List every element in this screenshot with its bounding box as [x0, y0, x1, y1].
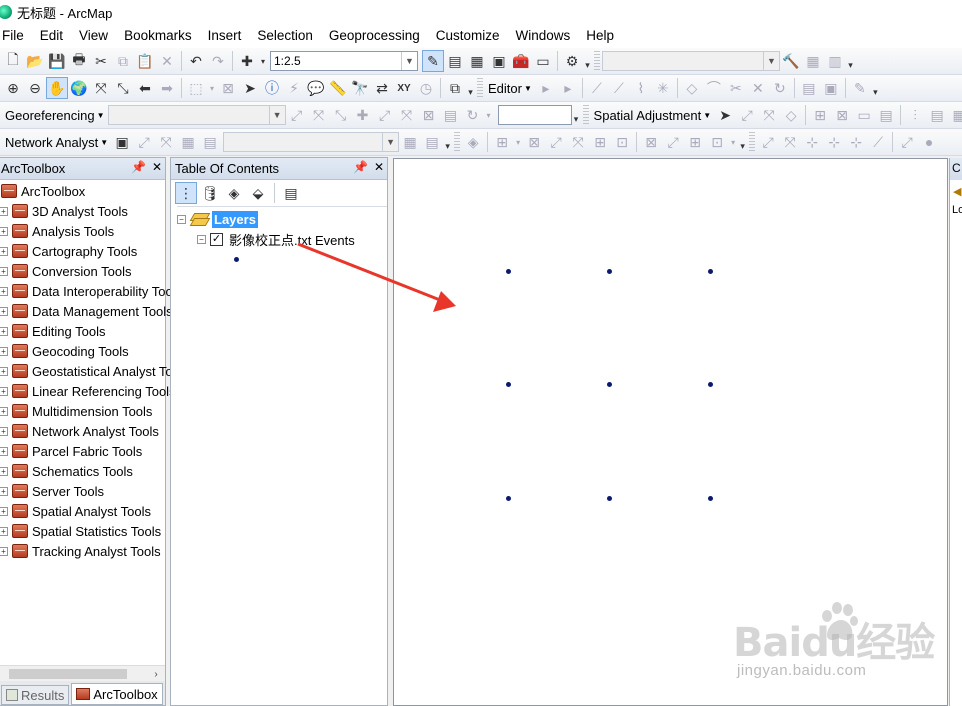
annotation-arrow-head: [433, 291, 456, 312]
right-panel-header: C: [950, 158, 962, 180]
right-panel-back-icon[interactable]: ◀: [950, 180, 962, 200]
annotation-arrow-line: [297, 242, 441, 302]
annotation-arrow-overlay: [297, 242, 456, 312]
right-panel-row-label: Lo: [952, 204, 962, 216]
right-docked-panel[interactable]: C ◀ Lo: [949, 158, 962, 706]
